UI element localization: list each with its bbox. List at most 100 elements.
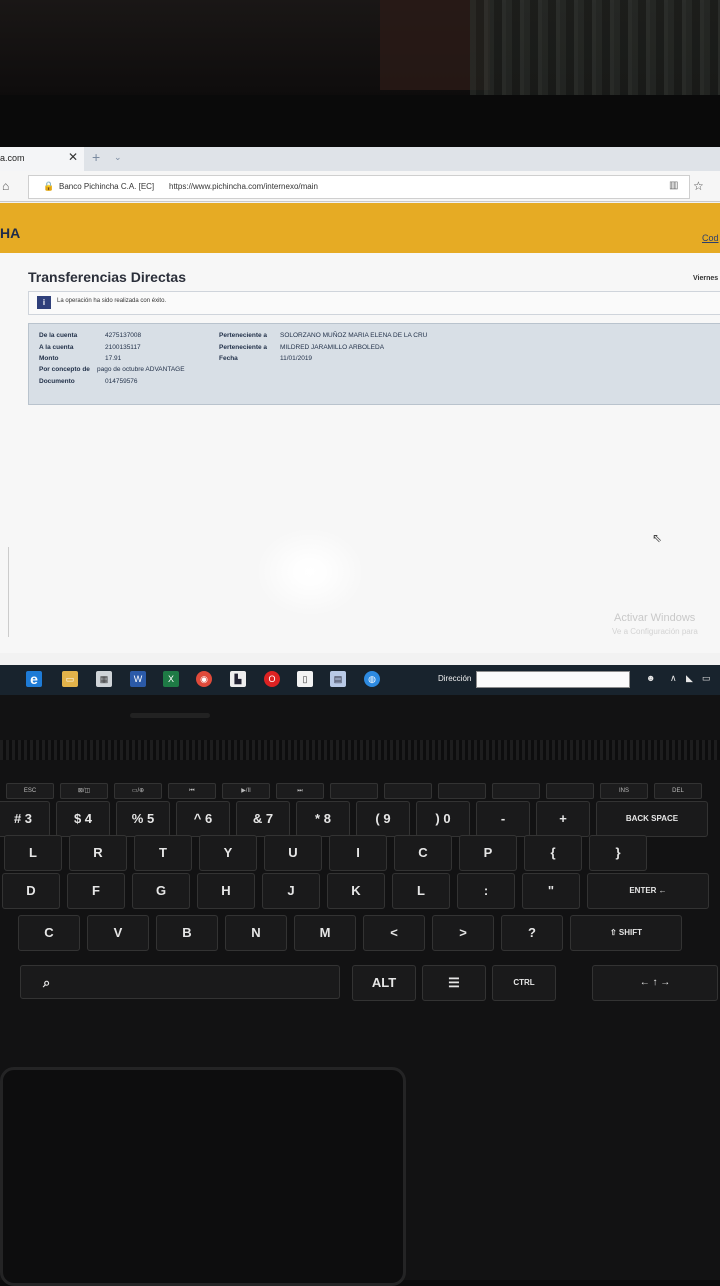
- key-5[interactable]: ⏭: [276, 783, 324, 799]
- key-2[interactable]: ▭/⊕: [114, 783, 162, 799]
- edge-browser-icon[interactable]: e: [26, 671, 42, 687]
- browser-tab[interactable]: a.com ✕: [0, 147, 84, 171]
- key-5[interactable]: I: [329, 835, 387, 871]
- app-icon-1[interactable]: ▙: [230, 671, 246, 687]
- battery-icon[interactable]: ▭: [702, 673, 711, 684]
- key-8[interactable]: ⇧ SHIFT: [570, 915, 682, 951]
- key-1[interactable]: V: [87, 915, 149, 951]
- header-link[interactable]: Cod: [702, 233, 719, 243]
- windows-activation-sub: Ve a Configuración para: [612, 627, 698, 636]
- key-4[interactable]: M: [294, 915, 356, 951]
- key-6[interactable]: [330, 783, 378, 799]
- key-8[interactable]: [438, 783, 486, 799]
- key-6[interactable]: >: [432, 915, 494, 951]
- tab-list-chevron-icon[interactable]: ⌄: [114, 152, 122, 163]
- key-9[interactable]: ENTER ←: [587, 873, 709, 909]
- key-6[interactable]: ( 9: [356, 801, 410, 837]
- people-icon[interactable]: ☻: [646, 673, 655, 683]
- excel-icon[interactable]: X: [163, 671, 179, 687]
- from-owner-value: SOLORZANO MUÑOZ MARIA ELENA DE LA CRU: [280, 332, 428, 339]
- key-5[interactable]: <: [363, 915, 425, 951]
- key-4[interactable]: J: [262, 873, 320, 909]
- key-11[interactable]: INS: [600, 783, 648, 799]
- key-9[interactable]: [492, 783, 540, 799]
- key-2[interactable]: CTRL: [492, 965, 556, 1001]
- key-0[interactable]: # 3: [0, 801, 50, 837]
- key-9[interactable]: +: [536, 801, 590, 837]
- key-4[interactable]: & 7: [236, 801, 290, 837]
- new-tab-icon[interactable]: +: [92, 149, 100, 165]
- key-6[interactable]: C: [394, 835, 452, 871]
- key-8[interactable]: ": [522, 873, 580, 909]
- key-8[interactable]: {: [524, 835, 582, 871]
- key-10[interactable]: BACK SPACE: [596, 801, 708, 837]
- key-3[interactable]: H: [197, 873, 255, 909]
- taskbar: e ▭ ▦ W X ◉ ▙ O ▯ ▤ ◍ Dirección ☻ ∧ ◣ ▭: [0, 665, 720, 695]
- site-identity: Banco Pichincha C.A. [EC]: [59, 182, 155, 191]
- chrome-icon[interactable]: ◉: [196, 671, 212, 687]
- key-1[interactable]: $ 4: [56, 801, 110, 837]
- key-4[interactable]: ▶/II: [222, 783, 270, 799]
- tab-close-icon[interactable]: ✕: [68, 150, 78, 164]
- network-icon[interactable]: ◣: [686, 673, 693, 684]
- key-2[interactable]: % 5: [116, 801, 170, 837]
- app-icon-2[interactable]: ▤: [330, 671, 346, 687]
- key-3[interactable]: ^ 6: [176, 801, 230, 837]
- favorite-star-icon[interactable]: ☆: [693, 179, 704, 193]
- arrow-keys[interactable]: ← ↑ →: [592, 965, 718, 1001]
- app-icon-3[interactable]: ◍: [364, 671, 380, 687]
- key-2[interactable]: B: [156, 915, 218, 951]
- key-4[interactable]: U: [264, 835, 322, 871]
- key-7[interactable]: [384, 783, 432, 799]
- key-1[interactable]: ☰: [422, 965, 486, 1001]
- key-1[interactable]: R: [69, 835, 127, 871]
- key-5[interactable]: K: [327, 873, 385, 909]
- amount-label: Monto: [39, 355, 59, 362]
- success-message-text: La operación ha sido realizada con éxito…: [57, 298, 167, 304]
- screen-bezel: [0, 95, 720, 150]
- calculator-icon[interactable]: ▦: [96, 671, 112, 687]
- hinge: [130, 713, 210, 718]
- success-message: i La operación ha sido realizada con éxi…: [28, 291, 720, 315]
- key-2[interactable]: T: [134, 835, 192, 871]
- key-7[interactable]: ) 0: [416, 801, 470, 837]
- speaker-grille: [0, 740, 720, 760]
- key-7[interactable]: :: [457, 873, 515, 909]
- url-field[interactable]: 🔒 Banco Pichincha C.A. [EC] https://www.…: [28, 175, 704, 199]
- key-0[interactable]: C: [18, 915, 80, 951]
- key-2[interactable]: G: [132, 873, 190, 909]
- key-1[interactable]: F: [67, 873, 125, 909]
- touchpad[interactable]: [0, 1067, 406, 1286]
- url-text: https://www.pichincha.com/internexo/main: [169, 182, 318, 191]
- file-explorer-icon[interactable]: ▭: [62, 671, 78, 687]
- home-icon[interactable]: ⌂: [2, 179, 9, 193]
- key-5[interactable]: * 8: [296, 801, 350, 837]
- opera-icon[interactable]: O: [264, 671, 280, 687]
- search-key-icon[interactable]: ⌕: [20, 965, 340, 999]
- key-3[interactable]: N: [225, 915, 287, 951]
- key-8[interactable]: -: [476, 801, 530, 837]
- info-icon: i: [37, 296, 51, 309]
- word-icon[interactable]: W: [130, 671, 146, 687]
- reading-view-icon[interactable]: ▥: [669, 180, 678, 191]
- address-bar-row: ⌂ 🔒 Banco Pichincha C.A. [EC] https://ww…: [0, 171, 720, 202]
- key-1[interactable]: ⊠/◫: [60, 783, 108, 799]
- tray-chevron-icon[interactable]: ∧: [670, 673, 677, 684]
- key-10[interactable]: [546, 783, 594, 799]
- key-0[interactable]: ALT: [352, 965, 416, 1001]
- key-0[interactable]: ESC: [6, 783, 54, 799]
- key-6[interactable]: L: [392, 873, 450, 909]
- address-toolbar-input[interactable]: [476, 671, 630, 688]
- key-12[interactable]: DEL: [654, 783, 702, 799]
- key-9[interactable]: }: [589, 835, 647, 871]
- key-3[interactable]: ⏮: [168, 783, 216, 799]
- key-0[interactable]: L: [4, 835, 62, 871]
- laptop-screen: a.com ✕ + ⌄ ⌂ 🔒 Banco Pichincha C.A. [EC…: [0, 147, 720, 695]
- key-7[interactable]: ?: [501, 915, 563, 951]
- key-3[interactable]: Y: [199, 835, 257, 871]
- notepad-icon[interactable]: ▯: [297, 671, 313, 687]
- key-0[interactable]: D: [2, 873, 60, 909]
- key-7[interactable]: P: [459, 835, 517, 871]
- left-edge-strip: [0, 547, 9, 637]
- address-toolbar-label: Dirección: [438, 674, 472, 683]
